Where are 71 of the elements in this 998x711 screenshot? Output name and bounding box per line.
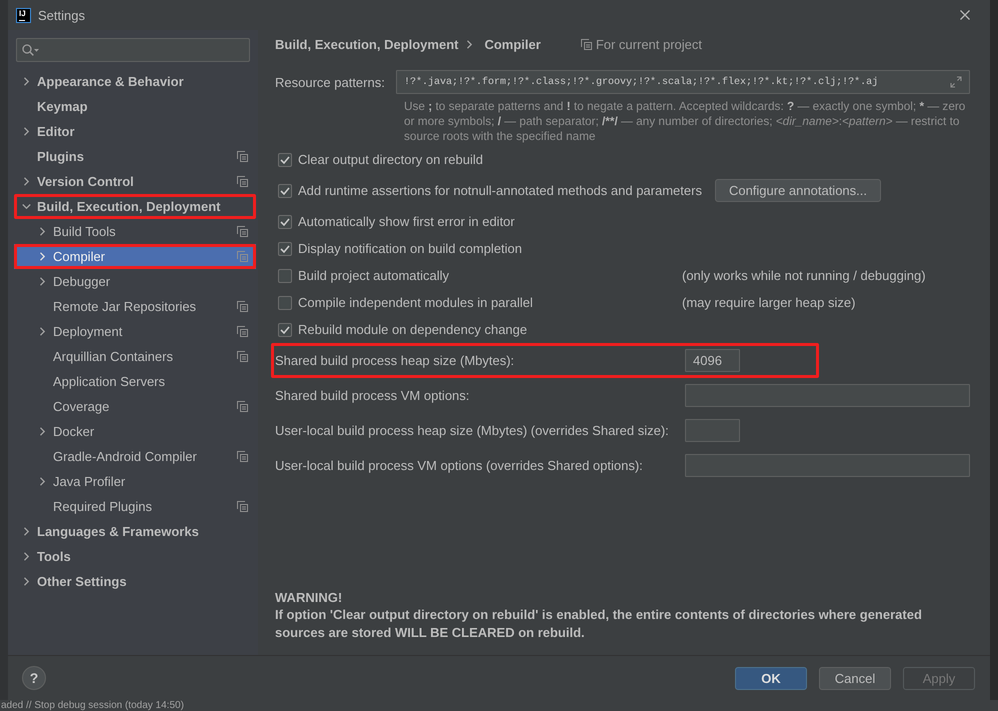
- tree-item[interactable]: Version Control: [14, 169, 256, 194]
- search-icon: [22, 44, 39, 56]
- tree-item[interactable]: Compiler: [14, 244, 256, 269]
- text-field[interactable]: [685, 454, 970, 477]
- tree-item[interactable]: Coverage: [14, 394, 256, 419]
- number-field[interactable]: 4096: [685, 349, 740, 372]
- number-field[interactable]: [685, 419, 740, 442]
- configure-annotations-button[interactable]: Configure annotations...: [714, 179, 881, 202]
- tree-item[interactable]: Gradle-Android Compiler: [14, 444, 256, 469]
- field-label: Resource patterns:: [275, 74, 386, 90]
- search-field[interactable]: [16, 38, 250, 62]
- text-field[interactable]: [685, 384, 970, 407]
- breadcrumb-text: Build, Execution, Deployment: [275, 37, 458, 52]
- window-title: Settings: [38, 8, 85, 22]
- checkbox-label[interactable]: Build project automatically: [298, 268, 682, 283]
- tree-item[interactable]: Required Plugins: [14, 494, 256, 519]
- warning-title: WARNING!: [275, 588, 344, 606]
- checkbox[interactable]: [278, 184, 292, 198]
- field-label: User-local build process VM options (overrides Shared options):: [275, 458, 644, 473]
- checkbox[interactable]: [278, 296, 292, 310]
- checkbox-label[interactable]: Add runtime assertions for notnull-annotated methods and parameters: [298, 183, 702, 198]
- tree-item[interactable]: Tools: [14, 544, 256, 569]
- checkbox[interactable]: [278, 214, 292, 228]
- check-icon: [280, 218, 290, 226]
- checkbox[interactable]: [278, 268, 292, 282]
- warning-text: If option 'Clear output directory on rebuild' is enabled, the entire contents of directories where generated sources are stored WILL BE CLEARED on rebuild.: [275, 606, 923, 641]
- tree-item[interactable]: Debugger: [14, 269, 256, 294]
- checkbox[interactable]: [278, 152, 292, 166]
- tree-item[interactable]: Plugins: [14, 144, 256, 169]
- tree-item[interactable]: Docker: [14, 419, 256, 444]
- checkbox[interactable]: [278, 322, 292, 336]
- field-label: Shared build process VM options:: [275, 388, 470, 403]
- tree-item[interactable]: Appearance & Behavior: [14, 69, 256, 94]
- checkbox-label[interactable]: Automatically show first error in editor: [298, 214, 682, 229]
- tree-item[interactable]: Deployment: [14, 319, 256, 344]
- tree-item[interactable]: Remote Jar Repositories: [14, 294, 256, 319]
- checkbox-label[interactable]: Rebuild module on dependency change: [298, 322, 682, 337]
- check-icon: [280, 326, 290, 334]
- check-icon: [280, 156, 290, 164]
- status-text: aded // Stop debug session (today 14:50): [1, 700, 184, 711]
- chevron-right-icon: [465, 40, 474, 49]
- note-text: (may require larger heap size): [682, 295, 856, 310]
- hint-text: Use ; to separate patterns and ! to negate a pattern. Accepted wildcards: ? — exactly one symbol; * — zero or more symbols; / — path separator; /**/ — any number of directories; <dir_name>:<pattern> — restrict to source roots with the specified name: [404, 99, 966, 144]
- checkbox-label[interactable]: Compile independent modules in parallel: [298, 295, 682, 310]
- expand-icon[interactable]: [950, 76, 962, 88]
- tree-item[interactable]: Build, Execution, Deployment: [14, 194, 256, 219]
- checkbox[interactable]: [278, 242, 292, 256]
- tree-item[interactable]: Other Settings: [14, 569, 256, 594]
- field-label: Shared build process heap size (Mbytes):: [275, 353, 516, 368]
- close-icon[interactable]: [960, 10, 970, 20]
- text-field[interactable]: !?*.java;!?*.form;!?*.class;!?*.groovy;!?*.scala;!?*.flex;!?*.kt;!?*.clj;!?*.aj: [396, 70, 970, 94]
- tree-item[interactable]: Editor: [14, 119, 256, 144]
- tree-item[interactable]: Application Servers: [14, 369, 256, 394]
- breadcrumb-text: Compiler: [484, 37, 541, 52]
- app-logo: IJ: [16, 8, 31, 22]
- tree-item[interactable]: Java Profiler: [14, 469, 256, 494]
- overlapping-squares-icon: [580, 39, 592, 50]
- tree-item[interactable]: Keymap: [14, 94, 256, 119]
- checkbox-label[interactable]: Clear output directory on rebuild: [298, 152, 682, 167]
- check-icon: [280, 186, 290, 194]
- note-text: (only works while not running / debugging): [682, 268, 926, 283]
- tree-item[interactable]: Languages & Frameworks: [14, 519, 256, 544]
- checkbox-label[interactable]: Display notification on build completion: [298, 241, 682, 256]
- help-button[interactable]: ?: [22, 666, 46, 690]
- tree-item[interactable]: Arquillian Containers: [14, 344, 256, 369]
- dialog-button[interactable]: Cancel: [819, 666, 891, 690]
- field-label: User-local build process heap size (Mbytes) (overrides Shared size):: [275, 423, 670, 438]
- dialog-button[interactable]: OK: [735, 666, 807, 690]
- tree-item[interactable]: Build Tools: [14, 219, 256, 244]
- scope-label: For current project: [596, 37, 702, 52]
- check-icon: [280, 244, 290, 252]
